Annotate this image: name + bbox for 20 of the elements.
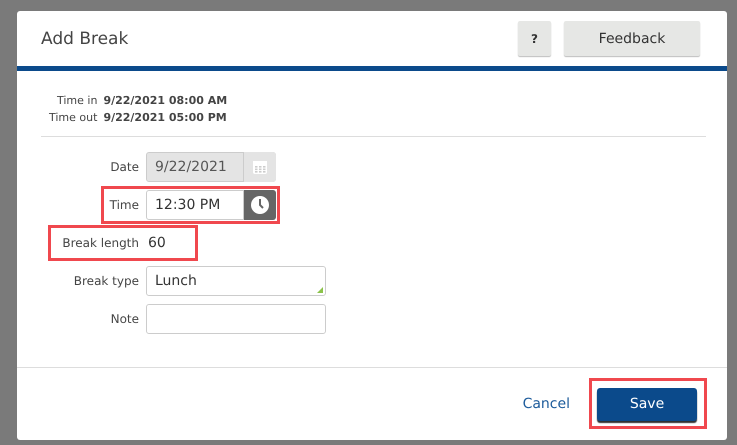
type-select[interactable]: Lunch [146,266,326,296]
summary-value: 9/22/2021 08:00 AM [103,94,228,107]
summary-label: Time out [49,111,98,124]
summary-label: Time in [56,94,98,107]
field-label: Break type [72,274,139,288]
text-field[interactable] [146,304,326,334]
save-button[interactable]: Save [597,388,697,420]
field-label: Note [110,312,139,326]
cancel-link[interactable]: Cancel [522,396,570,412]
summary-value: 9/22/2021 05:00 PM [103,111,228,124]
field-label: Date [109,160,139,174]
field-label: Time [108,198,139,212]
length-field[interactable]: 60 [146,235,190,251]
clock-icon[interactable] [250,195,270,215]
resize-icon [317,287,323,293]
help-button[interactable]: ? [518,21,551,56]
dialog-title: Add Break [41,28,130,48]
time-field[interactable]: 12:30 PM [146,190,276,220]
feedback-button[interactable]: Feedback [564,21,700,56]
field-label: Break length [61,236,139,250]
